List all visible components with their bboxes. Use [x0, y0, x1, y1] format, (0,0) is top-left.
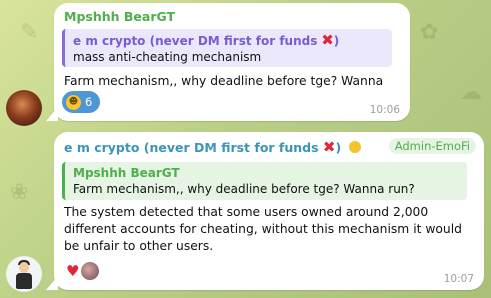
message-sender[interactable]: Mpshhh BearGT [64, 9, 175, 24]
reactor-avatar [81, 262, 100, 280]
avatar-suit [16, 273, 32, 289]
quote-author-suffix: ) [333, 34, 340, 48]
quote-author: Mpshhh BearGT [73, 166, 180, 180]
message-text: The system detected that some users owne… [64, 205, 462, 253]
sender-suffix: ) [335, 140, 342, 155]
reply-quote[interactable]: e m crypto (never DM first for funds ✖) … [62, 29, 392, 67]
cross-mark-icon: ✖ [321, 31, 334, 49]
reply-quote[interactable]: Mpshhh BearGT Farm mechanism,, why deadl… [62, 162, 467, 200]
emoji-status-icon[interactable] [348, 141, 361, 153]
message-time: 10:07 [443, 273, 474, 285]
bubble-tail [46, 276, 58, 290]
quote-author: e m crypto (never DM first for funds [73, 34, 318, 48]
message-time: 10:06 [369, 104, 400, 116]
laughing-face-icon: ☻ [66, 94, 81, 110]
heart-icon[interactable]: ♥ [66, 263, 79, 279]
message-bubble[interactable]: e m crypto (never DM first for funds ✖) … [46, 132, 484, 290]
avatar[interactable] [6, 256, 42, 292]
reactions[interactable]: ♥ [66, 262, 100, 280]
reaction-count: 6 [85, 95, 93, 109]
bubble-tail [46, 107, 58, 121]
quote-text: Farm mechanism,, why deadline before tge… [73, 182, 415, 196]
cross-mark-icon: ✖ [322, 138, 336, 156]
avatar-head [19, 262, 29, 273]
message-sender[interactable]: e m crypto (never DM first for funds [64, 140, 319, 155]
avatar[interactable] [6, 90, 42, 126]
reaction-button[interactable]: ☻ 6 [62, 91, 101, 113]
admin-role-badge: Admin-EmoFi [388, 138, 476, 154]
message-text: Farm mechanism,, why deadline before tge… [64, 74, 384, 105]
message-bubble[interactable]: Mpshhh BearGT e m crypto (never DM first… [46, 3, 410, 121]
message-sender-row[interactable]: e m crypto (never DM first for funds ✖) [64, 138, 361, 156]
quote-text: mass anti-cheating mechanism [73, 50, 262, 64]
